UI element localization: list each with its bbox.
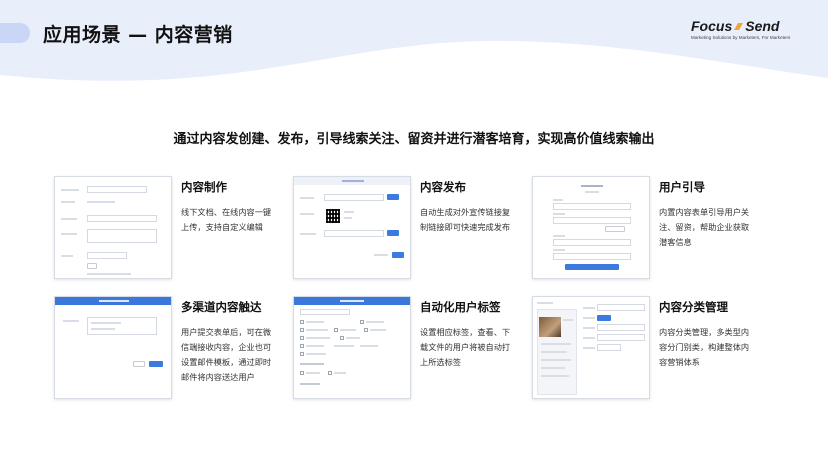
logo-tagline: Marketing Solutions by Marketers, For Ma… <box>691 35 791 40</box>
feature-card-multichannel-delivery: 多渠道内容触达 用户提交表单后，可在微信端接收内容，企业也可设置邮件模板，通过即… <box>54 296 314 401</box>
feature-card-auto-tagging: 自动化用户标签 设置相应标签，查看、下载文件的用户将被自动打上所选标签 <box>293 296 553 401</box>
card-description: 内置内容表单引导用户关注、留资，帮助企业获取潜客信息 <box>659 207 750 247</box>
card-title: 多渠道内容触达 <box>181 300 262 314</box>
card-description: 用户提交表单后，可在微信端接收内容，企业也可设置邮件模板，通过即时邮件将内容送达… <box>181 327 272 382</box>
feature-card-content-publish: 内容发布 自动生成对外宣传链接复制链接即可快速完成发布 <box>293 176 553 281</box>
card-title: 自动化用户标签 <box>420 300 501 314</box>
content-categories-screenshot <box>532 296 650 399</box>
multichannel-delivery-screenshot <box>54 296 172 399</box>
card-description: 内容分类管理，多类型内容分门别类，构建整体内容营销体系 <box>659 327 750 367</box>
logo-text-focus: Focus <box>691 18 733 34</box>
title-accent-pill <box>0 23 30 43</box>
feature-card-user-guidance: 用户引导 内置内容表单引导用户关注、留资，帮助企业获取潜客信息 <box>532 176 792 281</box>
content-publish-screenshot <box>293 176 411 279</box>
feature-card-content-categories: 内容分类管理 内容分类管理，多类型内容分门别类，构建整体内容营销体系 <box>532 296 792 401</box>
card-description: 线下文档、在线内容一键上传，支持自定义编辑 <box>181 207 272 232</box>
user-guidance-screenshot <box>532 176 650 279</box>
card-title: 内容分类管理 <box>659 300 728 314</box>
card-title: 内容制作 <box>181 180 227 194</box>
focussend-logo: Focus Send Marketing Solutions by Market… <box>691 18 803 44</box>
header-wave-background <box>0 0 828 81</box>
logo-mark-icon <box>734 22 744 30</box>
auto-tagging-screenshot <box>293 296 411 399</box>
content-creation-screenshot <box>54 176 172 279</box>
page-title: 应用场景 — 内容营销 <box>43 24 233 46</box>
logo-text-send: Send <box>745 18 780 34</box>
page-subtitle: 通过内容发创建、发布，引导线索关注、留资并进行潜客培育，实现高价值线索输出 <box>173 132 655 147</box>
feature-card-content-creation: 内容制作 线下文档、在线内容一键上传，支持自定义编辑 <box>54 176 314 281</box>
card-title: 内容发布 <box>420 180 466 194</box>
card-description: 自动生成对外宣传链接复制链接即可快速完成发布 <box>420 207 511 232</box>
card-description: 设置相应标签，查看、下载文件的用户将被自动打上所选标签 <box>420 327 511 367</box>
card-title: 用户引导 <box>659 180 705 194</box>
